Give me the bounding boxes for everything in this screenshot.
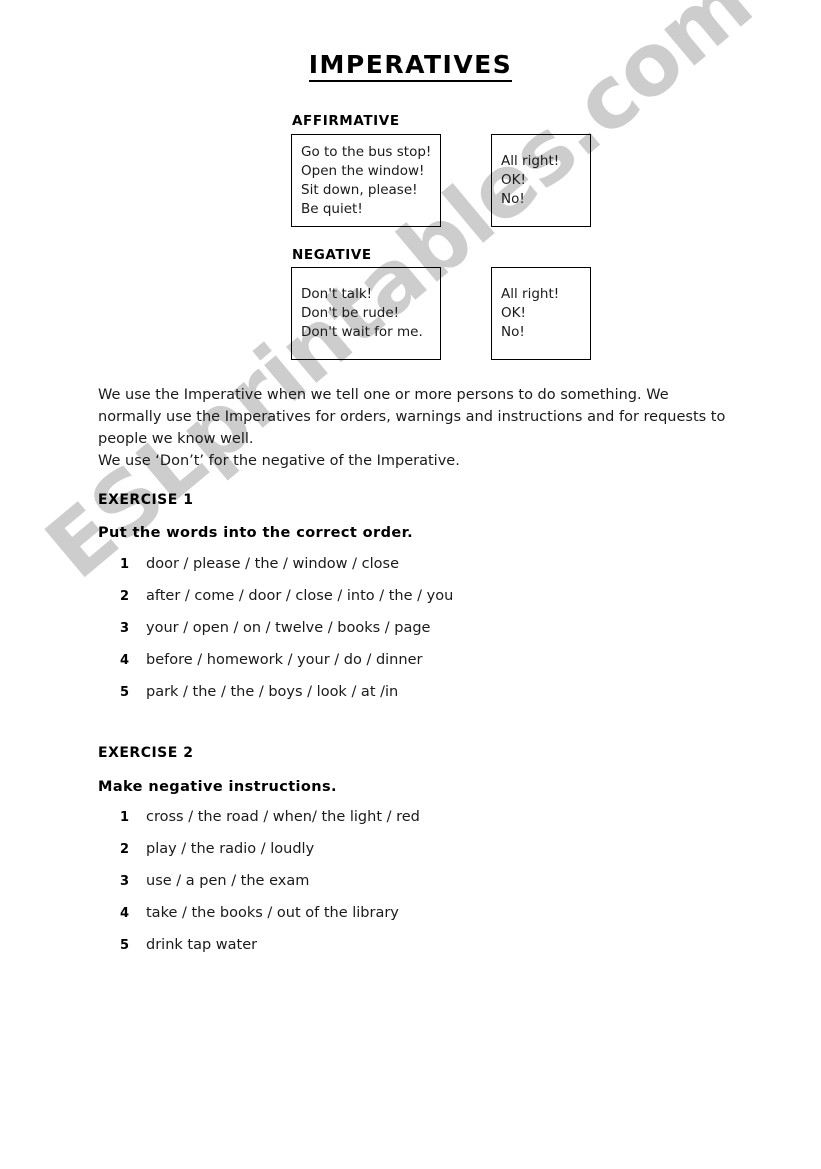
explanation-line-2: We use ‘Don’t’ for the negative of the I…: [98, 453, 460, 469]
affirmative-responses-box: All right! OK! No!: [491, 134, 591, 227]
affirmative-example: Sit down, please!: [301, 181, 418, 198]
list-item: 1 door / please / the / window / close: [120, 556, 453, 588]
list-item-text: cross / the road / when/ the light / red: [146, 809, 420, 825]
affirmative-response: All right!: [501, 153, 560, 169]
list-item-number: 1: [120, 810, 130, 825]
list-item-number: 4: [120, 653, 130, 668]
exercise-1-title: EXERCISE 1: [98, 492, 194, 508]
explanation-line-1: We use the Imperative when we tell one o…: [98, 387, 726, 447]
list-item: 2 play / the radio / loudly: [120, 841, 420, 873]
page-title: IMPERATIVES: [0, 50, 821, 82]
list-item-number: 5: [120, 685, 130, 700]
negative-example: Don't talk!: [301, 286, 373, 302]
affirmative-response: No!: [501, 191, 525, 207]
list-item-number: 3: [120, 874, 130, 889]
affirmative-response: OK!: [501, 172, 526, 188]
negative-examples-box: Don't talk! Don't be rude! Don't wait fo…: [291, 267, 441, 360]
worksheet-content: IMPERATIVES AFFIRMATIVE Go to the bus st…: [0, 0, 821, 1169]
affirmative-examples-box: Go to the bus stop! Open the window! Sit…: [291, 134, 441, 227]
list-item-text: your / open / on / twelve / books / page: [146, 620, 431, 636]
list-item-text: drink tap water: [146, 937, 258, 953]
list-item-text: take / the books / out of the library: [146, 905, 399, 921]
negative-example: Don't be rude!: [301, 305, 400, 321]
list-item: 4 take / the books / out of the library: [120, 905, 420, 937]
section-label-negative: NEGATIVE: [292, 247, 372, 263]
list-item-text: play / the radio / loudly: [146, 841, 315, 857]
list-item-number: 1: [120, 557, 130, 572]
worksheet-page: ESLprintables.com IMPERATIVES AFFIRMATIV…: [0, 0, 821, 1169]
list-item-number: 5: [120, 938, 130, 953]
negative-responses-box: All right! OK! No!: [491, 267, 591, 360]
list-item-text: before / homework / your / do / dinner: [146, 652, 423, 668]
negative-response: OK!: [501, 305, 526, 321]
explanation-paragraph: We use the Imperative when we tell one o…: [98, 384, 732, 472]
affirmative-example: Go to the bus stop!: [301, 143, 432, 160]
negative-example: Don't wait for me.: [301, 324, 423, 340]
list-item: 4 before / homework / your / do / dinner: [120, 652, 453, 684]
list-item-number: 2: [120, 589, 130, 604]
page-title-text: IMPERATIVES: [308, 50, 513, 82]
affirmative-example: Be quiet!: [301, 200, 363, 217]
list-item: 5 drink tap water: [120, 937, 420, 969]
negative-response: All right!: [501, 286, 560, 302]
list-item: 3 use / a pen / the exam: [120, 873, 420, 905]
exercise-1-list: 1 door / please / the / window / close 2…: [120, 556, 453, 716]
list-item: 5 park / the / the / boys / look / at /i…: [120, 684, 453, 716]
negative-response: No!: [501, 324, 525, 340]
list-item: 3 your / open / on / twelve / books / pa…: [120, 620, 453, 652]
list-item: 1 cross / the road / when/ the light / r…: [120, 809, 420, 841]
exercise-2-title: EXERCISE 2: [98, 745, 194, 761]
list-item: 2 after / come / door / close / into / t…: [120, 588, 453, 620]
list-item-number: 2: [120, 842, 130, 857]
list-item-text: door / please / the / window / close: [146, 556, 399, 572]
exercise-2-instruction: Make negative instructions.: [98, 779, 337, 795]
affirmative-example: Open the window!: [301, 162, 425, 179]
section-label-affirmative: AFFIRMATIVE: [292, 113, 400, 129]
list-item-number: 4: [120, 906, 130, 921]
exercise-2-list: 1 cross / the road / when/ the light / r…: [120, 809, 420, 969]
list-item-number: 3: [120, 621, 130, 636]
exercise-1-instruction: Put the words into the correct order.: [98, 525, 413, 541]
list-item-text: after / come / door / close / into / the…: [146, 588, 454, 604]
list-item-text: use / a pen / the exam: [146, 873, 310, 889]
list-item-text: park / the / the / boys / look / at /in: [146, 684, 399, 700]
